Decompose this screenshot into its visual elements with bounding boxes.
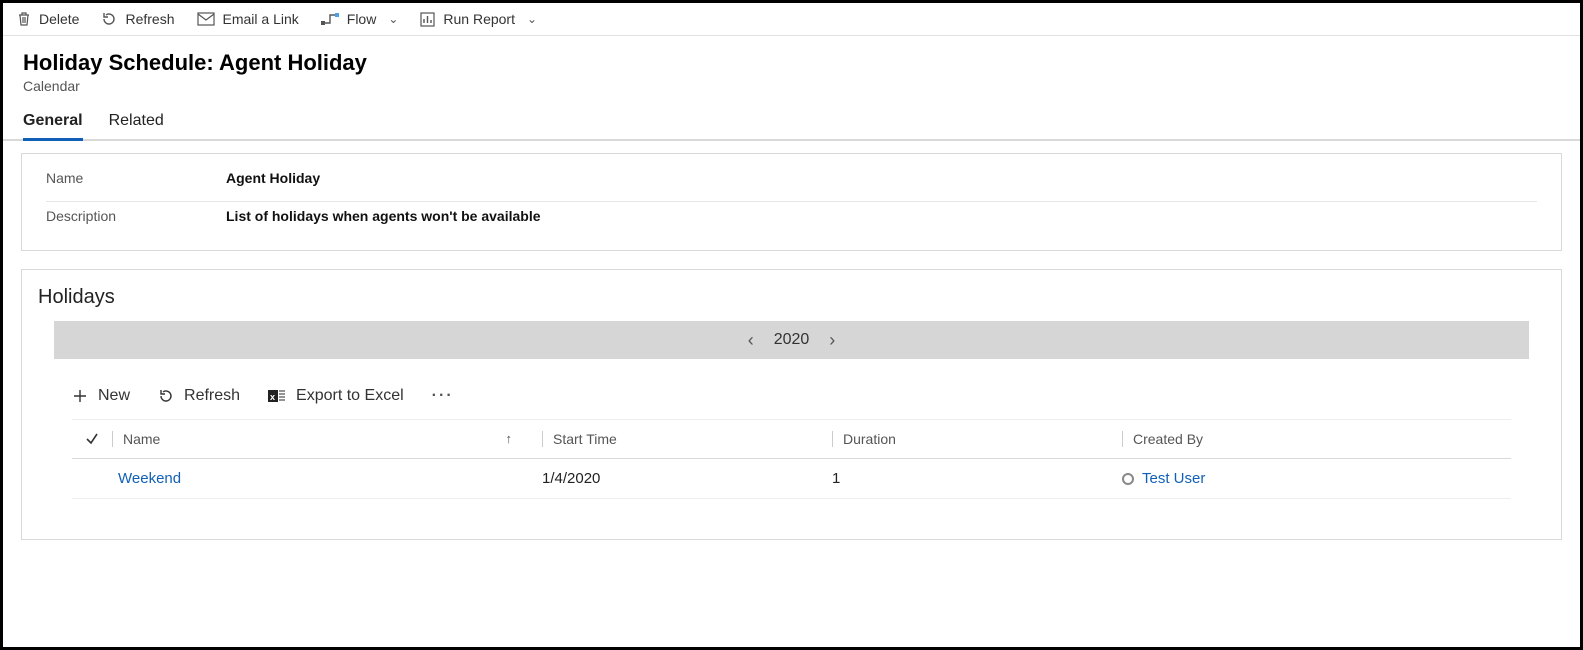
page-title: Holiday Schedule: Agent Holiday [23,50,1560,76]
email-link-button[interactable]: Email a Link [197,11,299,27]
flow-button[interactable]: Flow ⌄ [321,11,399,27]
content-area: Name Agent Holiday Description List of h… [3,141,1580,552]
chevron-down-icon: ⌄ [388,12,398,26]
tab-strip: General Related [3,94,1580,141]
holidays-title: Holidays [22,286,1561,321]
refresh-icon [158,388,174,404]
cell-name: Weekend [112,470,542,487]
holiday-name-link[interactable]: Weekend [118,470,181,487]
cell-duration: 1 [832,470,1122,487]
excel-icon: x [268,388,286,404]
export-excel-label: Export to Excel [296,387,404,405]
subgrid-command-bar: New Refresh x Export to Excel ··· [22,359,1561,419]
grid-header: Name ↑ Start Time Duration Created By [72,419,1511,459]
form-row-description: Description List of holidays when agents… [46,202,1537,250]
next-year-button[interactable]: › [829,330,835,351]
col-header-name-label: Name [123,431,160,447]
run-report-button[interactable]: Run Report ⌄ [420,11,537,27]
flow-icon [321,12,339,26]
col-header-createdby[interactable]: Created By [1122,431,1511,447]
holidays-grid: Name ↑ Start Time Duration Created By We… [72,419,1511,499]
page-subtitle: Calendar [23,78,1560,94]
refresh-button[interactable]: Refresh [101,11,174,27]
delete-button[interactable]: Delete [17,11,79,27]
report-icon [420,12,435,27]
year-label: 2020 [774,331,810,349]
new-button[interactable]: New [72,387,130,405]
sort-asc-icon: ↑ [506,431,513,446]
subgrid-refresh-label: Refresh [184,387,240,405]
export-excel-button[interactable]: x Export to Excel [268,387,404,405]
created-by-link[interactable]: Test User [1142,470,1205,487]
holidays-section: Holidays ‹ 2020 › New Refresh x Export t… [21,269,1562,540]
run-report-label: Run Report [443,11,515,27]
cell-start: 1/4/2020 [542,470,832,487]
name-label: Name [46,170,226,186]
chevron-down-icon: ⌄ [527,12,537,26]
plus-icon [72,388,88,404]
trash-icon [17,11,31,27]
col-header-name[interactable]: Name ↑ [112,431,542,447]
delete-label: Delete [39,11,79,27]
check-icon [85,432,99,446]
col-header-start[interactable]: Start Time [542,431,832,447]
refresh-label: Refresh [125,11,174,27]
name-value[interactable]: Agent Holiday [226,170,320,186]
description-value[interactable]: List of holidays when agents won't be av… [226,208,541,224]
form-row-name: Name Agent Holiday [46,154,1537,202]
email-icon [197,12,215,26]
tab-general[interactable]: General [23,112,83,141]
select-all-checkbox[interactable] [72,432,112,446]
command-bar: Delete Refresh Email a Link Flow ⌄ Run R… [3,3,1580,36]
svg-text:x: x [270,392,275,402]
more-commands-button[interactable]: ··· [432,387,454,405]
year-navigator: ‹ 2020 › [54,321,1529,359]
prev-year-button[interactable]: ‹ [748,330,754,351]
form-panel: Name Agent Holiday Description List of h… [21,153,1562,251]
cell-createdby: Test User [1122,470,1511,487]
col-header-duration[interactable]: Duration [832,431,1122,447]
description-label: Description [46,208,226,224]
new-label: New [98,387,130,405]
flow-label: Flow [347,11,377,27]
presence-icon [1122,473,1134,485]
page-header: Holiday Schedule: Agent Holiday Calendar [3,36,1580,94]
subgrid-refresh-button[interactable]: Refresh [158,387,240,405]
grid-row[interactable]: Weekend 1/4/2020 1 Test User [72,459,1511,499]
email-link-label: Email a Link [223,11,299,27]
tab-related[interactable]: Related [109,112,164,139]
refresh-icon [101,11,117,27]
